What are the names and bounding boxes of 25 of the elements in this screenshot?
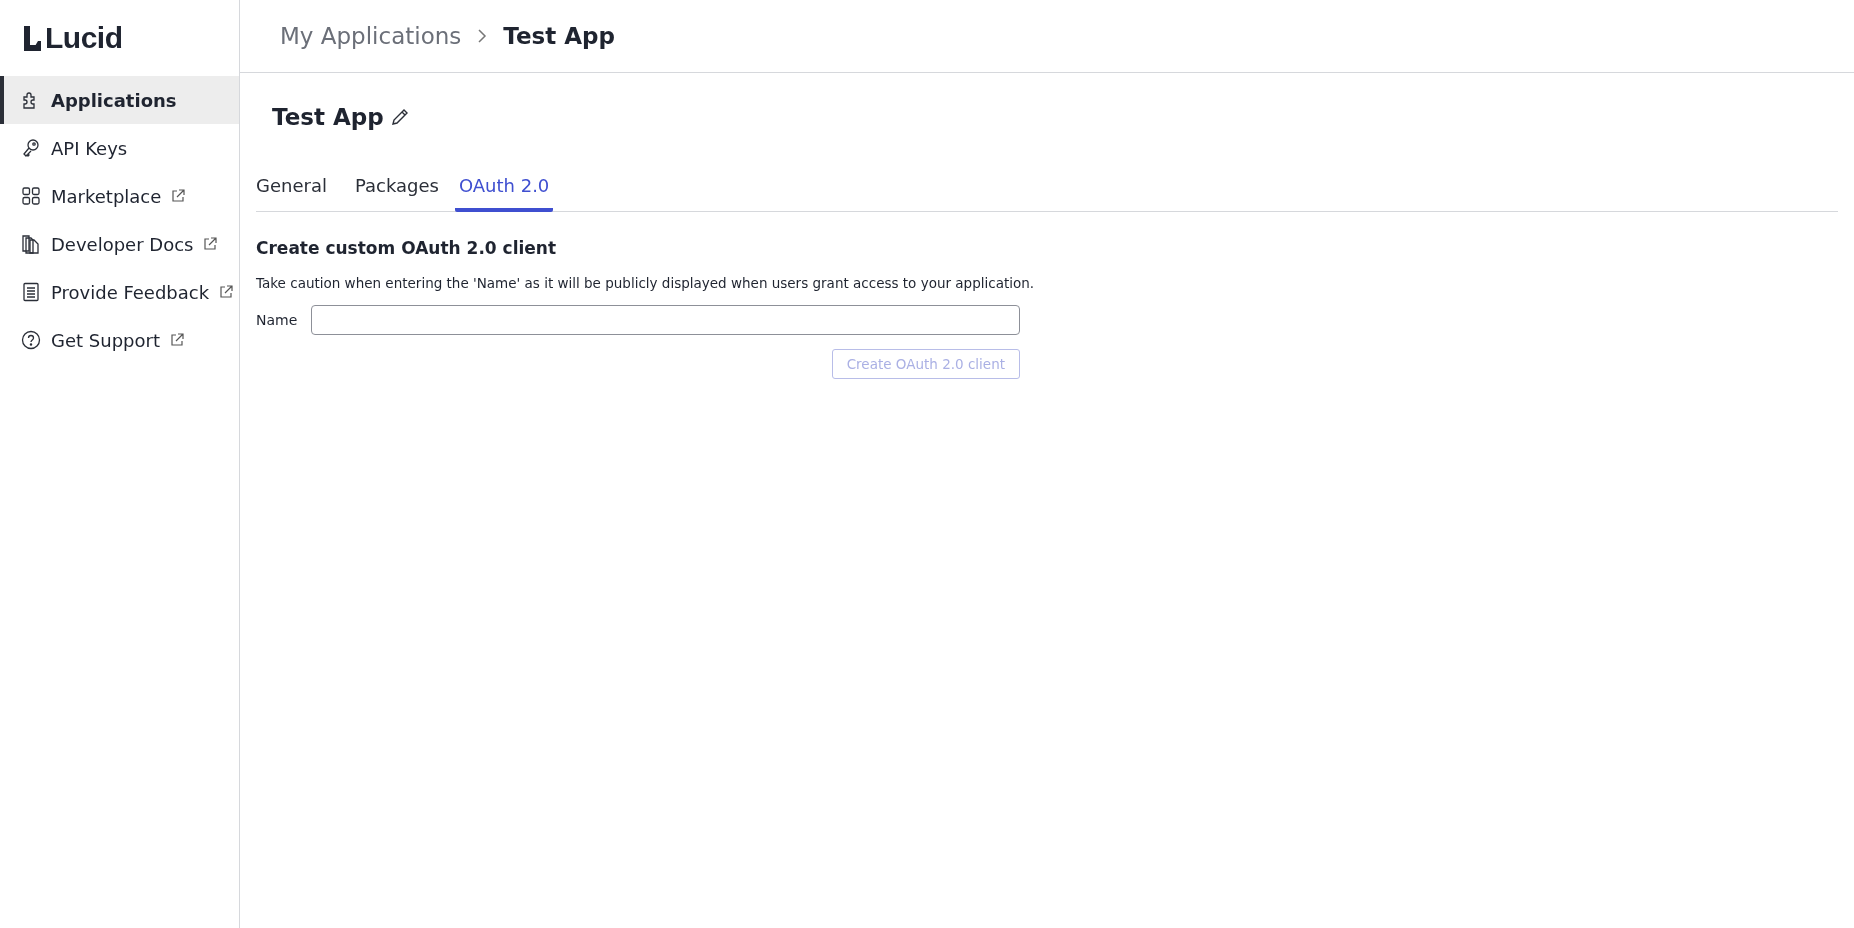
key-icon: [21, 138, 41, 158]
page-title: Test App: [272, 104, 384, 130]
logo-text: Lucid: [45, 21, 123, 55]
caution-text: Take caution when entering the 'Name' as it will be publicly displayed when users grant access to your application.: [256, 274, 1035, 293]
sidebar-item[interactable]: Get Support: [0, 316, 239, 364]
field-label: Name: [256, 311, 298, 328]
tab[interactable]: Packages: [342, 167, 451, 212]
tab[interactable]: OAuth 2.0: [454, 167, 554, 212]
logo-icon: [24, 25, 41, 51]
sidebar-item[interactable]: Provide Feedback: [0, 268, 239, 316]
sidebar-item[interactable]: Marketplace: [0, 172, 239, 220]
sidebar-item[interactable]: Developer Docs: [0, 220, 239, 268]
help-icon: [21, 330, 41, 350]
sidebar-item[interactable]: API Keys: [0, 124, 239, 172]
sidebar-item[interactable]: Applications: [0, 76, 239, 124]
chevron-right-icon: [477, 28, 488, 44]
breadcrumb-link[interactable]: My Applications: [280, 23, 462, 49]
breadcrumb-link[interactable]: Test App: [503, 23, 615, 49]
tab[interactable]: General: [256, 167, 339, 212]
section-heading: Create custom OAuth 2.0 client: [256, 238, 558, 258]
pencil-icon[interactable]: [389, 107, 410, 127]
name-input-field[interactable]: [311, 304, 1020, 335]
document-icon: [21, 282, 41, 302]
documents-icon: [21, 234, 41, 254]
grid-icon: [21, 186, 41, 206]
